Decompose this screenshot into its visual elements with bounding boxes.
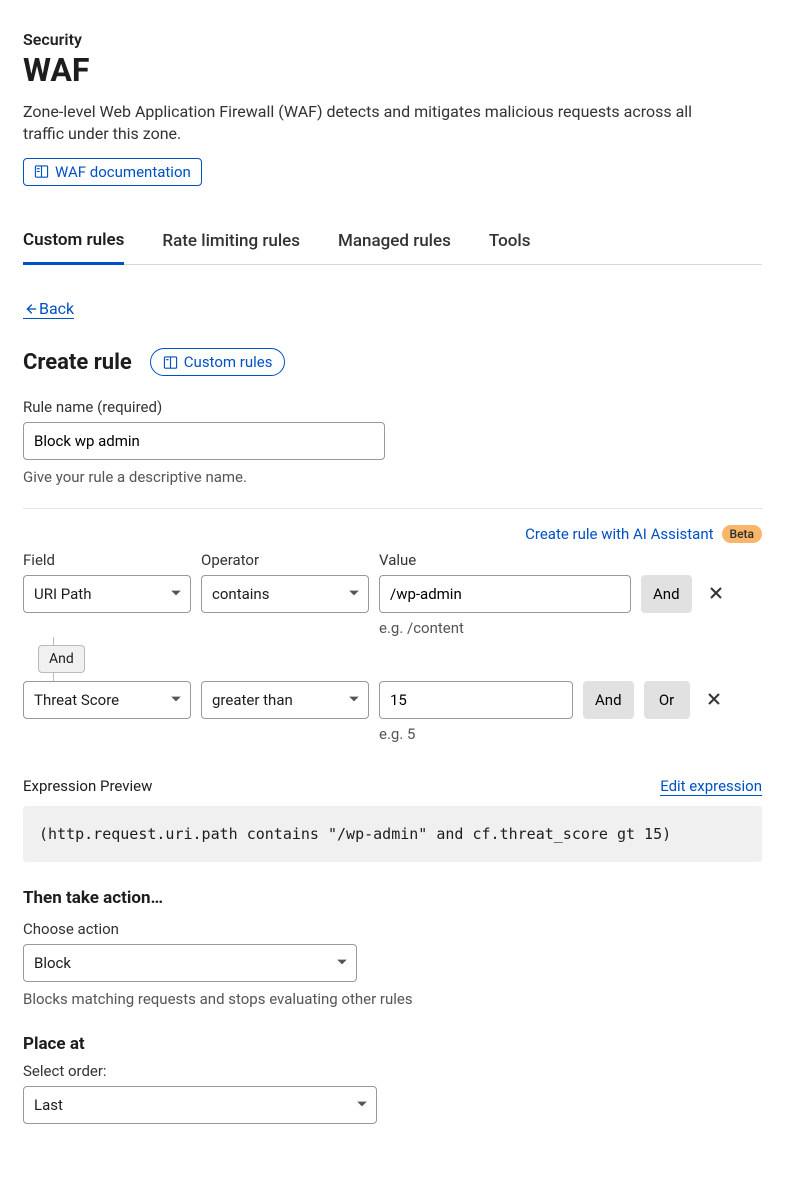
operator-select-value: greater than	[212, 691, 293, 709]
value-example: e.g. 5	[379, 725, 573, 743]
create-rule-title: Create rule	[23, 350, 132, 375]
field-select[interactable]: URI Path	[23, 575, 191, 613]
order-select-value: Last	[34, 1096, 63, 1114]
choose-action-label: Choose action	[23, 920, 762, 938]
beta-badge: Beta	[722, 525, 762, 543]
or-button[interactable]: Or	[644, 681, 690, 719]
chevron-down-icon	[348, 585, 360, 603]
expression-preview: (http.request.uri.path contains "/wp-adm…	[23, 806, 762, 862]
chevron-down-icon	[348, 691, 360, 709]
condition-row: URI Path contains e.g. /content And	[23, 575, 762, 637]
chevron-down-icon	[170, 691, 182, 709]
operator-select[interactable]: greater than	[201, 681, 369, 719]
breadcrumb: Security	[23, 30, 762, 49]
action-help: Blocks matching requests and stops evalu…	[23, 990, 762, 1008]
value-header: Value	[379, 551, 645, 569]
divider	[23, 508, 762, 509]
close-icon	[708, 585, 724, 604]
field-select[interactable]: Threat Score	[23, 681, 191, 719]
page-description: Zone-level Web Application Firewall (WAF…	[23, 101, 713, 146]
operator-select-value: contains	[212, 585, 269, 603]
field-header: Field	[23, 551, 201, 569]
rule-name-help: Give your rule a descriptive name.	[23, 468, 762, 486]
edit-expression-link[interactable]: Edit expression	[660, 777, 762, 796]
chevron-down-icon	[170, 585, 182, 603]
value-input[interactable]	[379, 575, 631, 613]
field-select-value: URI Path	[34, 585, 91, 603]
operator-header: Operator	[201, 551, 379, 569]
operator-select[interactable]: contains	[201, 575, 369, 613]
arrow-left-icon	[23, 301, 37, 315]
back-link[interactable]: Back	[23, 299, 74, 319]
condition-row: Threat Score greater than e.g. 5 And Or	[23, 681, 762, 743]
remove-condition-button[interactable]	[704, 690, 724, 710]
back-label: Back	[39, 299, 74, 318]
action-select[interactable]: Block	[23, 944, 357, 982]
rule-name-input[interactable]	[23, 422, 385, 460]
order-select[interactable]: Last	[23, 1086, 377, 1124]
page-title: WAF	[23, 51, 762, 89]
tab-tools[interactable]: Tools	[489, 220, 531, 264]
place-at-title: Place at	[23, 1034, 762, 1054]
doc-link-label: WAF documentation	[55, 163, 191, 181]
tab-managed-rules[interactable]: Managed rules	[338, 220, 451, 264]
and-button[interactable]: And	[641, 575, 692, 613]
chevron-down-icon	[356, 1096, 368, 1114]
value-input[interactable]	[379, 681, 573, 719]
and-button[interactable]: And	[583, 681, 634, 719]
chevron-down-icon	[336, 954, 348, 972]
tab-custom-rules[interactable]: Custom rules	[23, 220, 124, 265]
value-example: e.g. /content	[379, 619, 631, 637]
rule-name-label: Rule name (required)	[23, 398, 762, 416]
expression-preview-label: Expression Preview	[23, 777, 152, 795]
then-take-action-title: Then take action…	[23, 888, 762, 908]
remove-condition-button[interactable]	[706, 584, 726, 604]
tab-rate-limiting-rules[interactable]: Rate limiting rules	[162, 220, 300, 264]
action-select-value: Block	[34, 954, 71, 972]
select-order-label: Select order:	[23, 1062, 762, 1080]
book-icon	[34, 164, 49, 179]
field-select-value: Threat Score	[34, 691, 119, 709]
connector-chip: And	[38, 645, 85, 673]
waf-documentation-link[interactable]: WAF documentation	[23, 158, 202, 186]
tabs: Custom rules Rate limiting rules Managed…	[23, 220, 762, 265]
custom-rules-pill[interactable]: Custom rules	[150, 348, 286, 376]
book-icon	[163, 355, 178, 370]
custom-rules-pill-label: Custom rules	[184, 353, 273, 371]
close-icon	[706, 691, 722, 710]
ai-assistant-link[interactable]: Create rule with AI Assistant	[525, 525, 713, 543]
